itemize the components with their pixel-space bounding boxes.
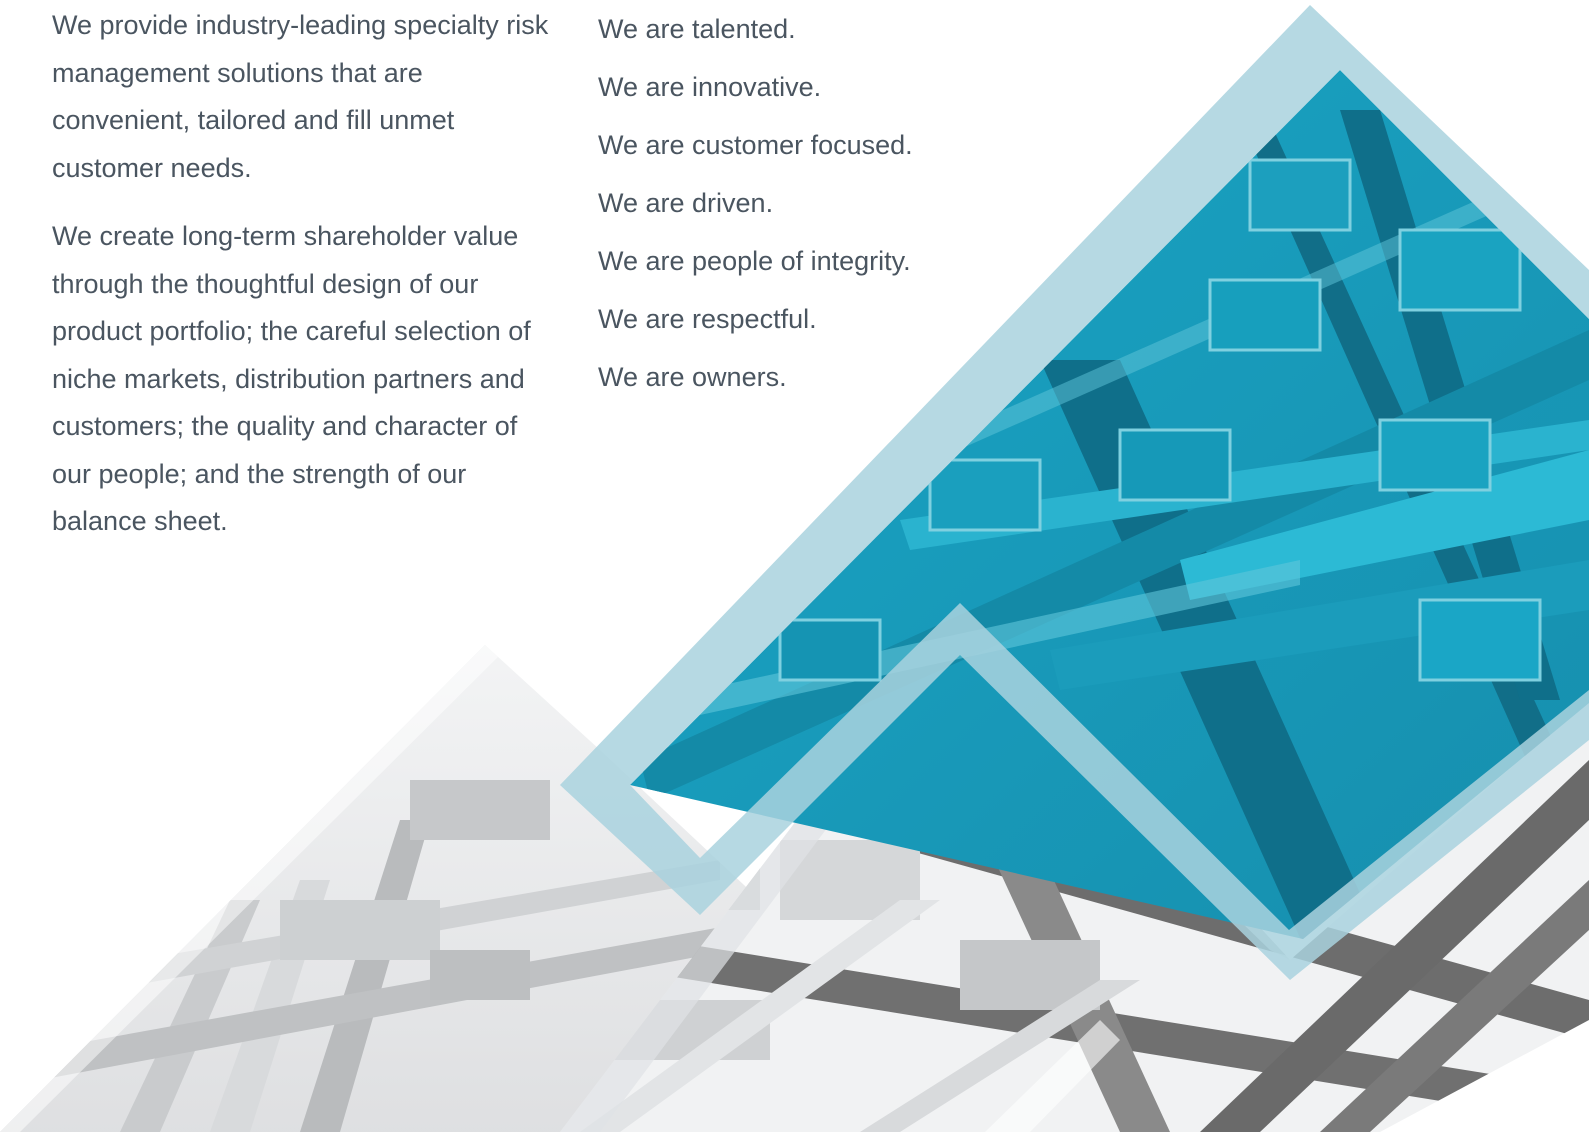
value-item: We are people of integrity. <box>598 246 911 276</box>
value-item: We are talented. <box>598 14 796 44</box>
value-item: We are driven. <box>598 188 774 218</box>
mission-paragraph: We create long-term shareholder value th… <box>52 221 531 536</box>
value-item: We are customer focused. <box>598 130 913 160</box>
value-item: We are innovative. <box>598 72 822 102</box>
values-list: We are talented. We are innovative. We a… <box>598 0 1018 406</box>
value-item: We are owners. <box>598 362 787 392</box>
value-item: We are respectful. <box>598 304 817 334</box>
mission-statement: We provide industry-leading specialty ri… <box>52 2 552 567</box>
mission-paragraph: We provide industry-leading specialty ri… <box>52 10 549 183</box>
